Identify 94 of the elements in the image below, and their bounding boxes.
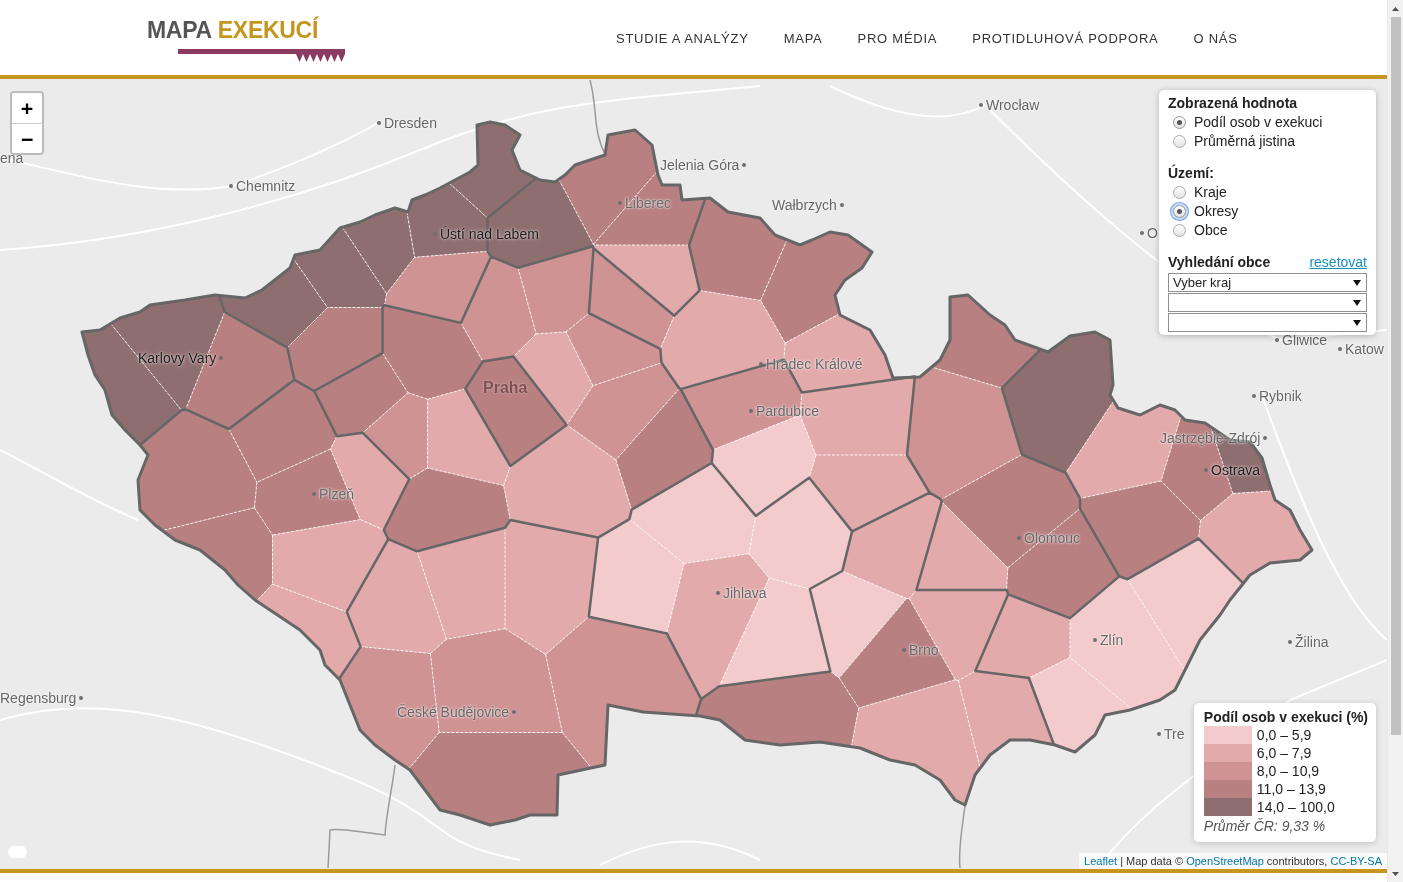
attribution-link[interactable]: OpenStreetMap <box>1186 855 1264 867</box>
select-field[interactable] <box>1168 293 1367 312</box>
city-dot-icon <box>229 184 233 188</box>
city-label: O <box>1147 224 1158 242</box>
city-label: České Budějovice <box>397 703 510 721</box>
section-title: Vyhledání obce <box>1168 253 1271 272</box>
attribution-link[interactable]: CC-BY-SA <box>1330 855 1382 867</box>
map-attribution: Leaflet | Map data © OpenStreetMap contributors, CC-BY-SA <box>1079 853 1387 869</box>
city-label: Ostrava <box>1211 461 1260 479</box>
city-dot-icon <box>742 163 747 167</box>
map-tile-background[interactable] <box>0 79 1387 869</box>
scroll-up-arrow-icon[interactable] <box>1392 6 1399 11</box>
radio-label[interactable]: Obce <box>1194 221 1228 240</box>
radio-label[interactable]: Okresy <box>1194 202 1239 221</box>
legend-label: 8,0 – 10,9 <box>1256 762 1320 780</box>
radio-button[interactable] <box>1173 224 1186 237</box>
city-dot-icon <box>1157 732 1161 736</box>
city-dot-icon <box>1140 231 1144 235</box>
caret-icon <box>1353 319 1361 326</box>
city-label: Pardubice <box>756 402 820 420</box>
city-dot-icon <box>433 232 437 236</box>
city-dot-icon <box>979 103 983 107</box>
city-label: Brno <box>909 641 939 659</box>
nav-link[interactable]: MAPA <box>783 31 823 47</box>
city-dot-icon <box>1263 436 1268 440</box>
city-dot-icon <box>219 356 224 360</box>
legend-label: 0,0 – 5,9 <box>1256 726 1312 744</box>
city-label: Regensburg <box>0 689 77 707</box>
select-field[interactable] <box>1168 313 1367 332</box>
city-label: Plzeň <box>319 485 355 503</box>
city-dot-icon <box>377 121 381 125</box>
country-border-line <box>958 804 966 869</box>
city-label: Tre <box>1164 725 1185 743</box>
city-label: Katow <box>1345 340 1384 358</box>
zoom-in-button[interactable]: + <box>12 93 42 123</box>
city-dot-icon <box>79 696 84 700</box>
city-dot-icon <box>312 492 316 496</box>
city-label: Wrocław <box>986 96 1040 114</box>
radio-label[interactable]: Podíl osob v exekuci <box>1194 113 1323 132</box>
nav-link[interactable]: PRO MÉDIA <box>857 31 938 47</box>
radio-label[interactable]: Průměrná jistina <box>1194 132 1296 151</box>
city-label: Praha <box>483 379 528 397</box>
city-dot-icon <box>759 362 763 366</box>
radio-button[interactable] <box>1173 116 1186 129</box>
radio-label[interactable]: Kraje <box>1194 183 1227 202</box>
city-dot-icon <box>1093 638 1097 642</box>
average-note: Průměr ČR: 9,33 % <box>1203 817 1327 836</box>
section-title: Území: <box>1168 164 1215 183</box>
nav-link[interactable]: O NÁS <box>1193 31 1238 47</box>
legend-label: 14,0 – 100,0 <box>1256 798 1335 816</box>
legend-label: 6,0 – 7,9 <box>1256 744 1312 762</box>
city-label: Wałbrzych <box>772 196 837 214</box>
city-label: Ústí nad Labem <box>440 225 539 243</box>
caret-icon <box>1353 299 1361 306</box>
caret-icon <box>1353 279 1361 286</box>
legend-label: 11,0 – 13,9 <box>1256 780 1326 798</box>
radio-button[interactable] <box>1173 186 1186 199</box>
zoom-out-button[interactable]: − <box>12 123 42 153</box>
city-label: Jihlava <box>723 584 767 602</box>
city-label: Dresden <box>384 114 437 132</box>
city-label: Karlovy Vary <box>138 349 217 367</box>
city-label: Gliwice <box>1282 331 1328 349</box>
scroll-down-arrow-icon[interactable] <box>1392 871 1399 876</box>
section-title: Zobrazená hodnota <box>1168 94 1299 113</box>
city-label: Olomouc <box>1024 529 1081 547</box>
city-dot-icon <box>1288 640 1292 644</box>
select-field[interactable]: Vyber kraj <box>1168 273 1367 292</box>
city-dot-icon <box>1252 394 1256 398</box>
reset-link[interactable]: resetovat <box>1309 253 1367 272</box>
city-label: Rybnik <box>1259 387 1302 405</box>
city-dot-icon <box>1275 338 1279 342</box>
city-dot-icon <box>1338 347 1342 351</box>
city-label: Zlín <box>1100 631 1124 649</box>
radio-button[interactable] <box>1173 205 1186 218</box>
logo-first-word[interactable]: MAPA <box>147 17 212 43</box>
city-dot-icon <box>902 648 906 652</box>
city-dot-icon <box>716 591 720 595</box>
nav-link[interactable]: STUDIE A ANALÝZY <box>616 31 749 47</box>
scrollbar-thumb[interactable] <box>1390 17 1401 735</box>
city-dot-icon <box>618 201 622 205</box>
radio-button[interactable] <box>1173 135 1186 148</box>
nav-link[interactable]: PROTIDLUHOVÁ PODPORA <box>972 31 1159 47</box>
city-label: Liberec <box>625 194 671 212</box>
city-label: Jelenia Góra <box>660 156 740 174</box>
legend-title: Podíl osob v exekuci (%) <box>1203 709 1368 725</box>
city-dot-icon <box>512 710 517 714</box>
logo-zigzag-bar-icon <box>178 49 345 62</box>
city-dot-icon <box>1204 468 1208 472</box>
city-dot-icon <box>839 203 844 207</box>
city-dot-icon <box>1017 536 1021 540</box>
attribution-link[interactable]: Leaflet <box>1084 855 1118 867</box>
city-label: Žilina <box>1295 633 1329 651</box>
city-dot-icon <box>749 409 753 413</box>
city-label: Chemnitz <box>236 177 296 195</box>
